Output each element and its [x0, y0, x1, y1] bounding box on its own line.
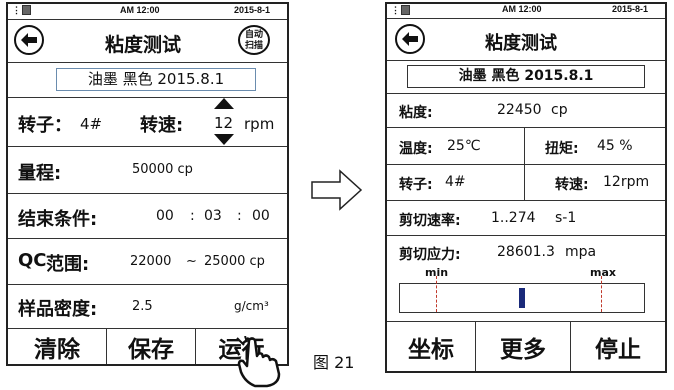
- viscosity-value: 22450: [497, 102, 542, 118]
- battery-icon: [22, 5, 31, 15]
- battery-icon: [401, 5, 410, 15]
- speed-up-button[interactable]: [214, 98, 234, 109]
- arrow-left-icon: [402, 32, 418, 46]
- end-seconds[interactable]: 00: [252, 208, 270, 224]
- speed-unit: rpm: [244, 115, 275, 133]
- range-label: 量程:: [18, 163, 62, 184]
- qc-prefix: QC: [18, 250, 47, 271]
- rotor-label: 转子：: [18, 115, 72, 136]
- density-label: 样品密度:: [18, 299, 98, 320]
- status-time: AM 12:00: [502, 4, 542, 14]
- shear-stress-section: 剪切应力: 28601.3 mpa min max: [387, 236, 665, 320]
- end-minutes[interactable]: 03: [204, 208, 222, 224]
- figure-caption: 图 21: [313, 353, 355, 372]
- rotor-row: 转子： 4# 转速: 12 rpm: [8, 98, 287, 146]
- qc-label: 范围:: [46, 254, 90, 275]
- shear-stress-label: 剪切应力:: [399, 247, 461, 263]
- gauge-bar: [399, 276, 645, 313]
- qc-max[interactable]: 25000 cp: [204, 254, 265, 269]
- shear-rate-label: 剪切速率:: [399, 213, 461, 229]
- gauge-max-label: max: [590, 266, 616, 279]
- shear-rate-row: 剪切速率: 1..274 s-1: [387, 201, 665, 235]
- right-device-screen: ⋮ AM 12:00 2015-8-1 粘度测试 油墨 黑色 2015.8.1 …: [385, 2, 667, 373]
- hand-pointer-icon: [235, 336, 281, 388]
- viscosity-row: 粘度: 22450 cp: [387, 94, 665, 127]
- status-date: 2015-8-1: [234, 5, 271, 15]
- status-time: AM 12:00: [120, 5, 160, 15]
- sample-name-field: 油墨 黑色 2015.8.1: [407, 65, 645, 88]
- auto-scan-label-1: 自动: [244, 30, 263, 40]
- temp-value: 25℃: [447, 138, 481, 154]
- range-value[interactable]: 50000 cp: [132, 162, 193, 177]
- back-button[interactable]: [14, 25, 44, 55]
- speed-value: 12rpm: [603, 174, 650, 190]
- shear-stress-value: 28601.3: [497, 244, 555, 260]
- coordinates-button[interactable]: 坐标: [387, 322, 475, 371]
- right-button-bar: 坐标 更多 停止: [387, 322, 665, 371]
- status-date: 2015-8-1: [612, 4, 649, 14]
- speed-label: 转速:: [555, 177, 589, 193]
- sample-name-field[interactable]: 油墨 黑色 2015.8.1: [56, 68, 256, 91]
- rotor-value: 4#: [445, 174, 466, 190]
- qc-tilde: ~: [186, 254, 197, 269]
- speed-value[interactable]: 12: [214, 114, 233, 132]
- density-row: 样品密度: 2.5 g/cm³: [8, 285, 287, 327]
- torque-label: 扭矩:: [545, 141, 579, 157]
- left-status-bar: ⋮ AM 12:00 2015-8-1: [8, 4, 287, 19]
- rotor-label: 转子:: [399, 177, 433, 193]
- end-condition-label: 结束条件:: [18, 209, 98, 230]
- temp-torque-row: 温度: 25℃ 扭矩: 45 %: [387, 128, 665, 164]
- antenna-icon: ⋮: [391, 5, 400, 15]
- left-device-screen: ⋮ AM 12:00 2015-8-1 粘度测试 自动 扫描 油墨 黑色 201…: [6, 2, 289, 366]
- speed-label: 转速:: [140, 115, 184, 136]
- range-row: 量程: 50000 cp: [8, 147, 287, 192]
- viscosity-unit: cp: [551, 102, 568, 118]
- density-unit: g/cm³: [234, 299, 269, 313]
- qc-min[interactable]: 22000: [130, 254, 171, 269]
- right-status-bar: ⋮ AM 12:00 2015-8-1: [387, 4, 665, 18]
- page-title: 粘度测试: [485, 33, 557, 54]
- rotor-value[interactable]: 4#: [80, 115, 102, 133]
- end-sep-1: :: [190, 208, 195, 224]
- left-header: 粘度测试 自动 扫描: [8, 20, 287, 61]
- right-header: 粘度测试: [387, 19, 665, 60]
- gauge-min-marker: [436, 276, 437, 312]
- end-sep-2: :: [237, 208, 242, 224]
- viscosity-label: 粘度:: [399, 105, 433, 121]
- end-condition-row: 结束条件: 00 : 03 : 00: [8, 194, 287, 237]
- arrow-right-icon: [311, 169, 363, 211]
- speed-down-button[interactable]: [214, 134, 234, 145]
- torque-value: 45 %: [597, 138, 633, 154]
- back-button[interactable]: [395, 24, 425, 54]
- density-value[interactable]: 2.5: [132, 299, 153, 314]
- auto-scan-label-2: 扫描: [244, 41, 263, 51]
- arrow-left-icon: [21, 33, 37, 47]
- shear-stress-unit: mpa: [565, 244, 597, 260]
- gauge-level-indicator: [519, 288, 525, 308]
- shear-rate-value: 1..274: [491, 210, 536, 226]
- page-title: 粘度测试: [105, 34, 182, 56]
- antenna-icon: ⋮: [12, 5, 21, 15]
- gauge-max-marker: [601, 276, 602, 312]
- more-button[interactable]: 更多: [476, 322, 570, 371]
- save-button[interactable]: 保存: [107, 329, 195, 364]
- stop-button[interactable]: 停止: [571, 322, 665, 371]
- auto-scan-button[interactable]: 自动 扫描: [238, 25, 270, 55]
- shear-rate-unit: s-1: [555, 210, 577, 226]
- end-hours[interactable]: 00: [156, 208, 174, 224]
- qc-row: QC 范围: 22000 ~ 25000 cp: [8, 239, 287, 283]
- temp-label: 温度:: [399, 141, 433, 157]
- clear-button[interactable]: 清除: [8, 329, 106, 364]
- rotor-speed-row: 转子: 4# 转速: 12rpm: [387, 165, 665, 200]
